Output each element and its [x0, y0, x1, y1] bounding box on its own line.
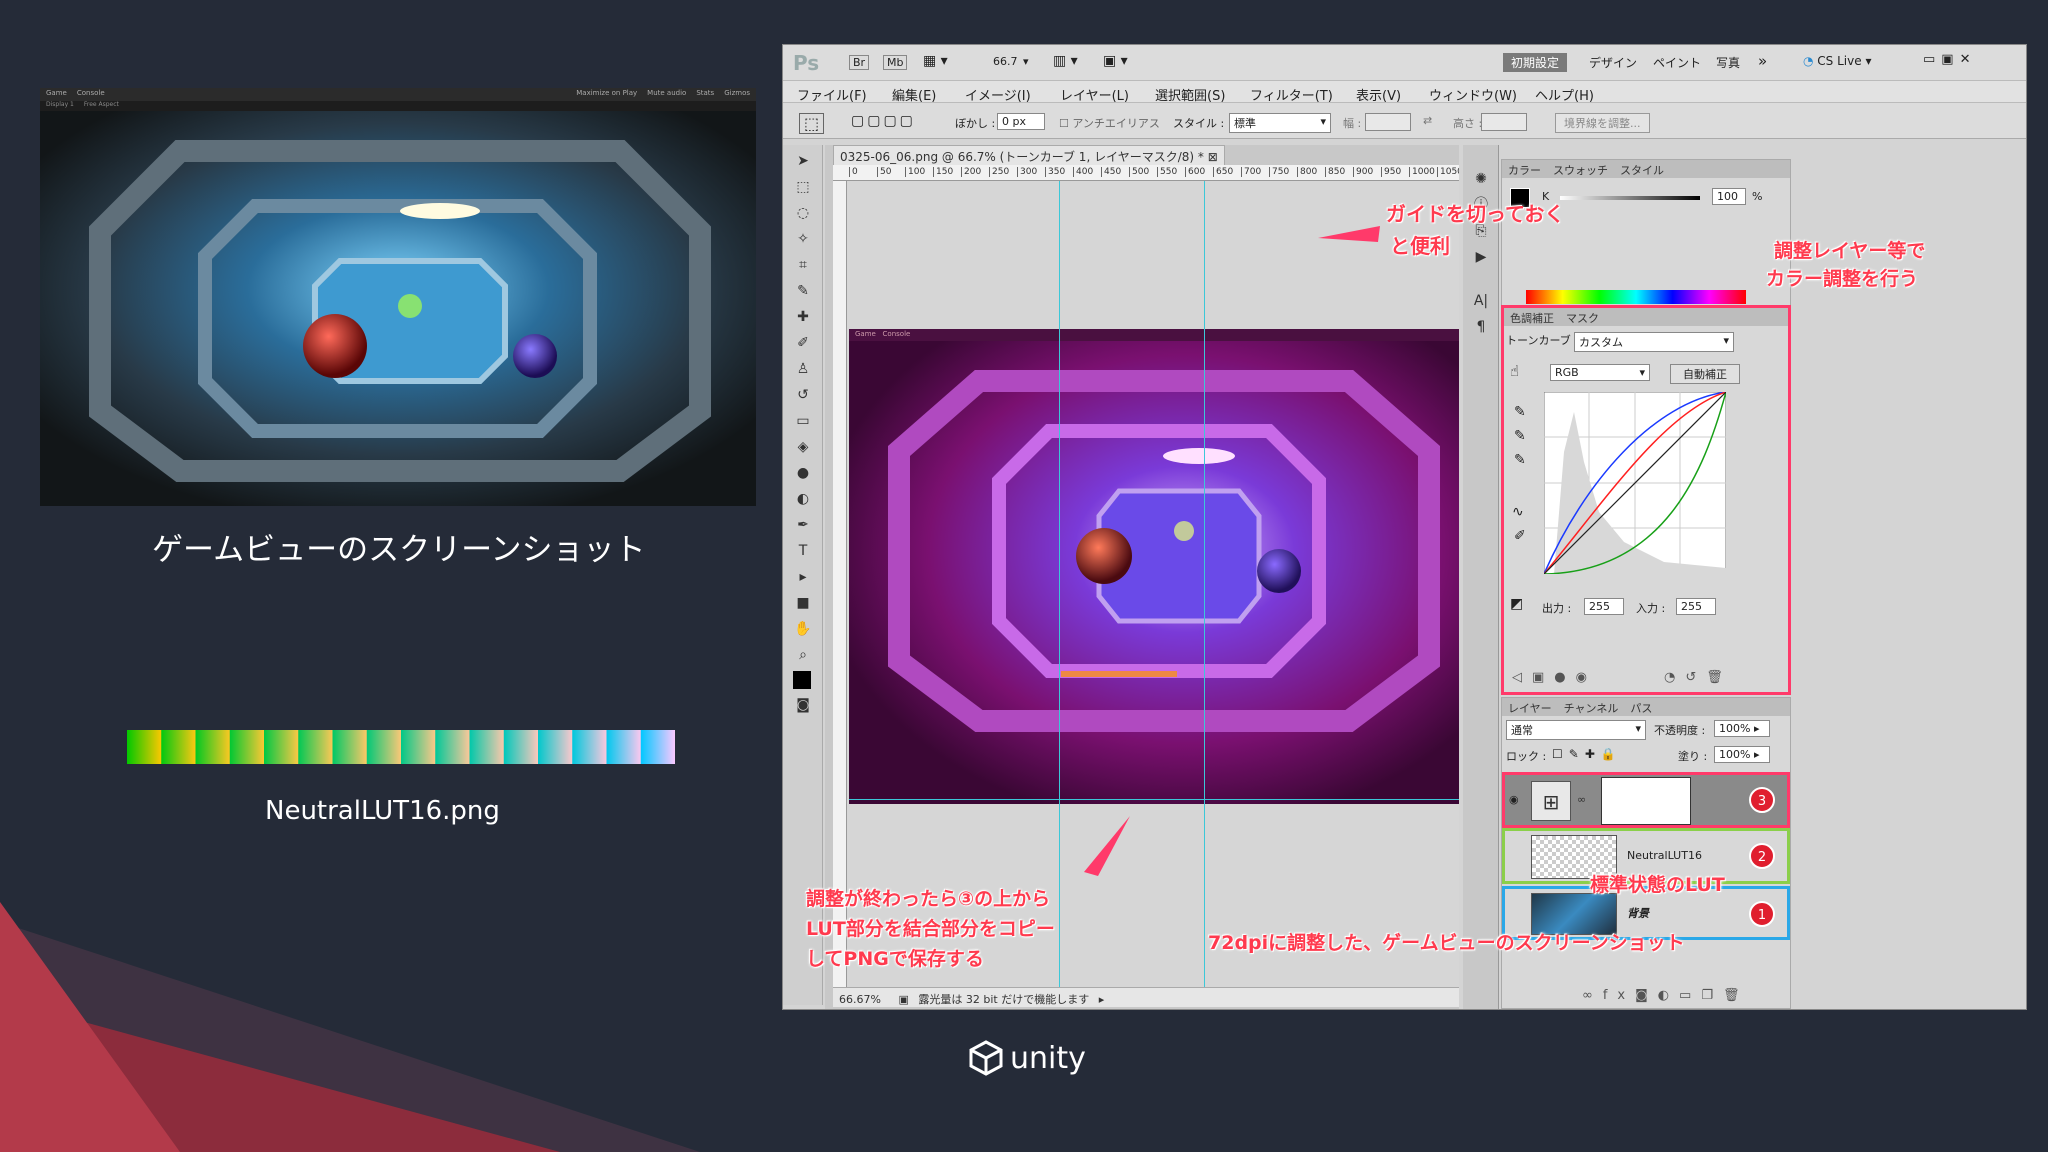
copy-note-line2: LUT部分を結合部分をコピー	[806, 918, 1055, 940]
copy-note-line1: 調整が終わったら③の上から	[806, 888, 1051, 910]
game-72dpi-note: 72dpiに調整した、ゲームビューのスクリーンショット	[1208, 932, 1685, 954]
guide-note-line2: と便利	[1390, 234, 1450, 258]
guide-arrow	[1318, 226, 1380, 242]
lut-state-note: 標準状態のLUT	[1590, 874, 1725, 896]
lut-arrow	[1084, 816, 1130, 876]
adjust-note-line2: カラー調整を行う	[1766, 268, 1919, 290]
annotation-arrows	[1084, 226, 1380, 876]
guide-note-line1: ガイドを切っておく	[1386, 202, 1565, 226]
copy-note-line3: してPNGで保存する	[806, 948, 984, 970]
adjust-note-line1: 調整レイヤー等で	[1774, 240, 1926, 262]
